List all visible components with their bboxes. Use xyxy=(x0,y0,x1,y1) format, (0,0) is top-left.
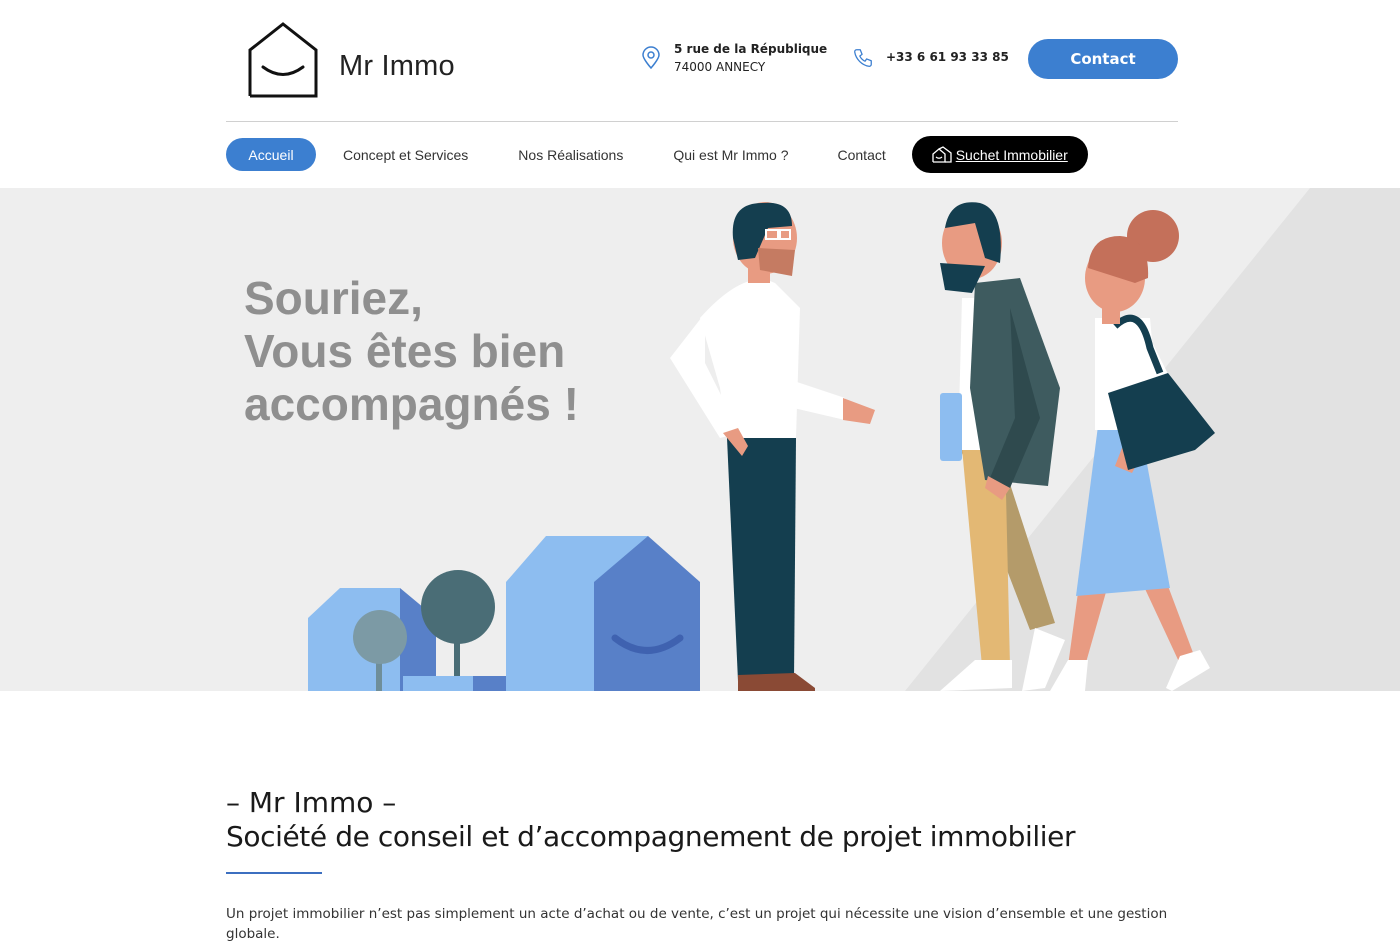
hero-banner: Souriez, Vous êtes bien accompagnés ! xyxy=(0,188,1400,691)
location-pin-icon xyxy=(642,46,660,70)
site-logo[interactable]: Mr Immo xyxy=(246,20,486,100)
man-with-glasses xyxy=(670,202,875,691)
nav-item-suchet-immobilier[interactable]: Suchet Immobilier xyxy=(911,136,1088,173)
small-tree xyxy=(353,610,407,664)
man-with-beard xyxy=(940,202,1065,691)
intro-paragraph: Un projet immobilier n’est pas simplemen… xyxy=(226,906,1168,942)
intro-section: – Mr Immo – Société de conseil et d’acco… xyxy=(226,786,1186,944)
low-block-front xyxy=(403,676,473,691)
phone-block: +33 6 61 93 33 85 xyxy=(852,40,1009,70)
hero-title: Souriez, Vous êtes bien accompagnés ! xyxy=(244,272,579,431)
intro-accent-rule xyxy=(226,872,322,874)
hero-title-line-1: Souriez, xyxy=(244,272,423,324)
phone-number[interactable]: +33 6 61 93 33 85 xyxy=(886,48,1009,66)
nav-item-concept-services[interactable]: Concept et Services xyxy=(343,138,468,171)
low-block-side xyxy=(473,676,506,691)
nav-item-accueil[interactable]: Accueil xyxy=(226,138,316,171)
main-nav: Accueil Concept et Services Nos Réalisat… xyxy=(226,136,1088,173)
hero-title-line-2: Vous êtes bien xyxy=(244,325,566,377)
house-icon xyxy=(932,145,952,163)
address-city: 74000 ANNECY xyxy=(674,60,766,74)
site-header: Mr Immo 5 rue de la République 74000 ANN… xyxy=(0,0,1400,188)
phone-icon xyxy=(854,49,872,67)
contact-button[interactable]: Contact xyxy=(1028,39,1178,79)
intro-heading-tagline: Société de conseil et d’accompagnement d… xyxy=(226,820,1076,853)
big-tree xyxy=(421,570,495,644)
suchet-immobilier-label: Suchet Immobilier xyxy=(955,146,1068,163)
header-divider xyxy=(226,121,1178,122)
hero-title-line-3: accompagnés ! xyxy=(244,378,579,430)
brand-name: Mr Immo xyxy=(339,49,455,82)
nav-item-qui-est[interactable]: Qui est Mr Immo ? xyxy=(673,138,788,171)
address-street: 5 rue de la République xyxy=(674,42,828,56)
address-block: 5 rue de la République 74000 ANNECY xyxy=(640,40,827,76)
nav-item-realisations[interactable]: Nos Réalisations xyxy=(518,138,623,171)
house-smile-logo-icon xyxy=(248,22,318,98)
nav-item-contact[interactable]: Contact xyxy=(838,138,886,171)
intro-heading-brand: – Mr Immo – xyxy=(226,786,397,819)
houses-group xyxy=(308,536,700,691)
hero-illustration xyxy=(308,188,1400,691)
